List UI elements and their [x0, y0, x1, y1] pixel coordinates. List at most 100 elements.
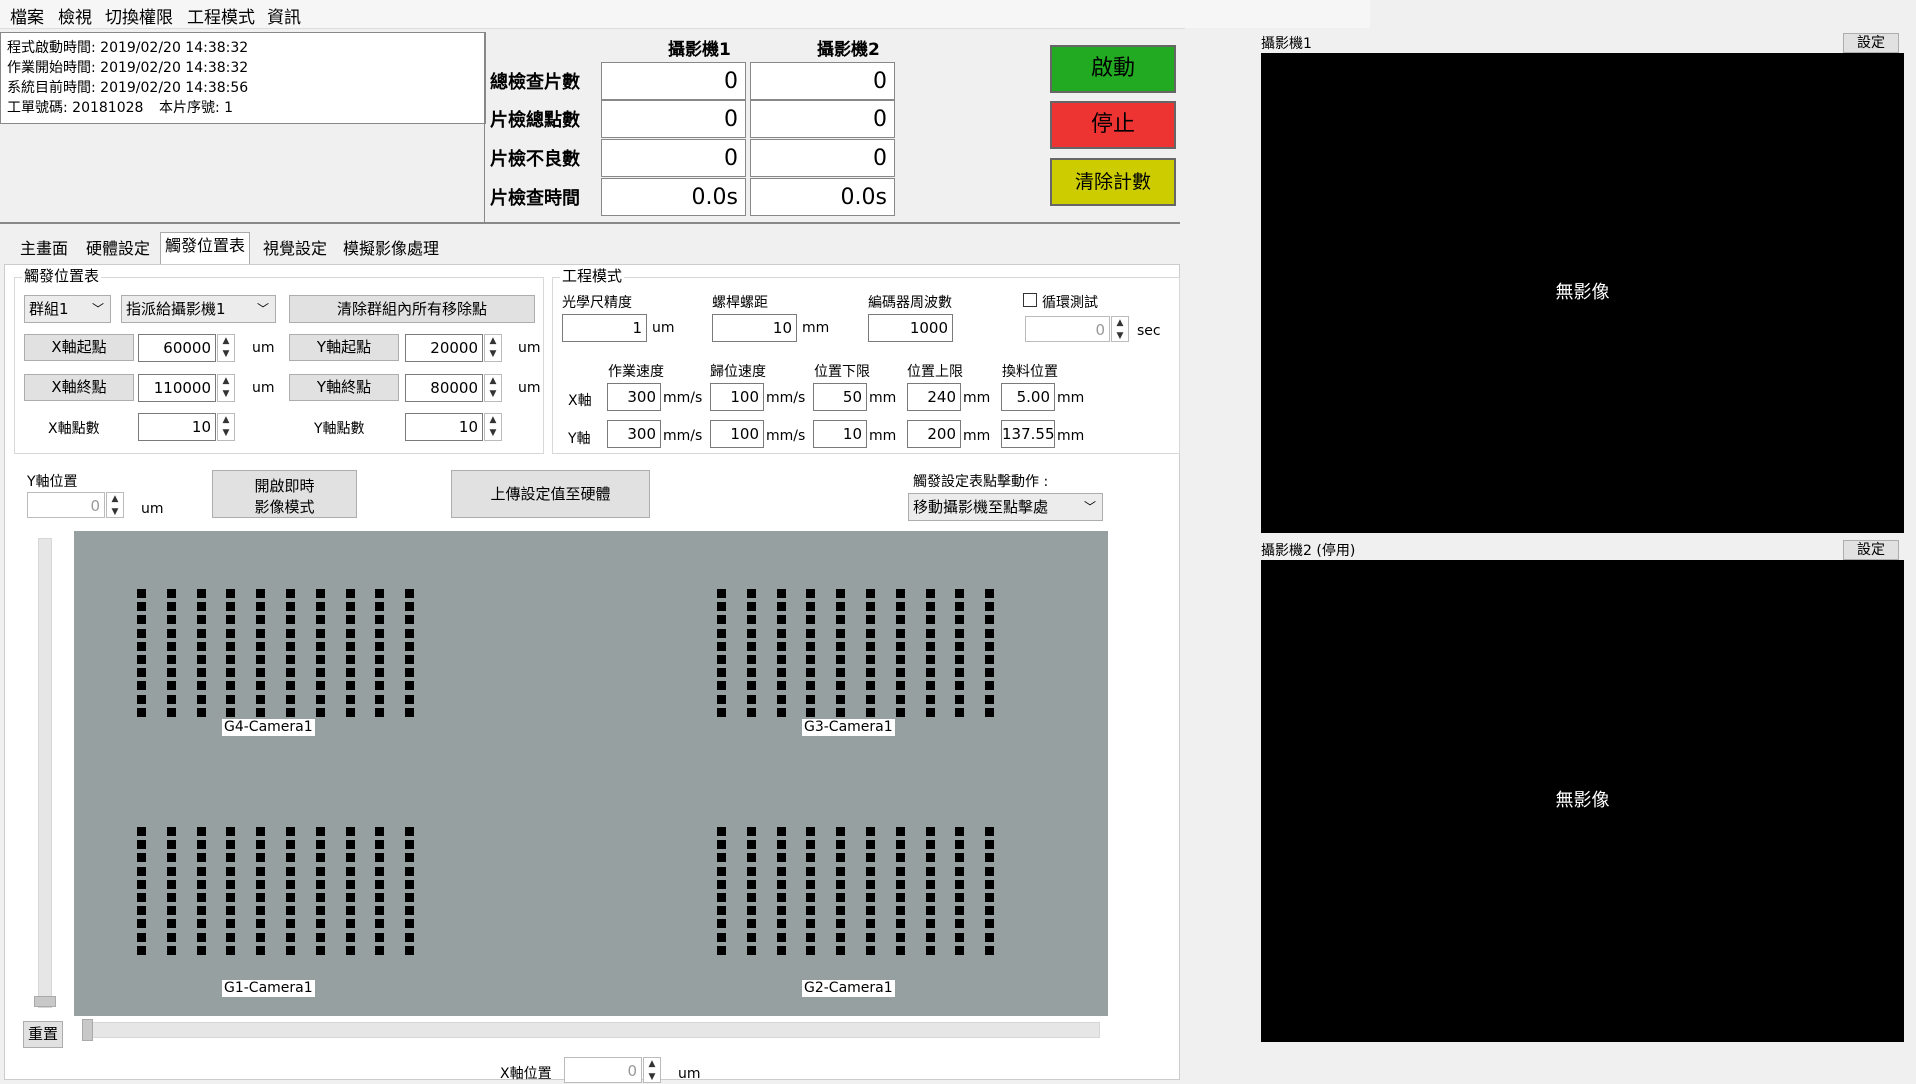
trigger-point-g4[interactable]	[166, 707, 176, 717]
trigger-point-g2[interactable]	[985, 932, 995, 942]
trigger-point-g4[interactable]	[345, 681, 355, 691]
trigger-point-g1[interactable]	[256, 919, 266, 929]
trigger-point-g1[interactable]	[405, 853, 415, 863]
trigger-point-g1[interactable]	[256, 840, 266, 850]
spin-down-icon[interactable]: ▼	[485, 388, 501, 401]
trigger-point-g3[interactable]	[806, 707, 816, 717]
menu-view[interactable]: 檢視	[58, 3, 92, 28]
trigger-point-g3[interactable]	[806, 681, 816, 691]
trigger-point-g4[interactable]	[345, 641, 355, 651]
trigger-point-g1[interactable]	[405, 893, 415, 902]
trigger-point-g4[interactable]	[226, 602, 236, 612]
trigger-point-g2[interactable]	[925, 827, 935, 836]
trigger-point-g1[interactable]	[375, 893, 385, 902]
trigger-point-g4[interactable]	[256, 641, 266, 651]
trigger-point-g2[interactable]	[955, 827, 965, 836]
click-action-select[interactable]: 移動攝影機至點擊處 ﹀	[908, 493, 1103, 521]
trigger-point-g3[interactable]	[955, 602, 965, 612]
trigger-point-g4[interactable]	[256, 602, 266, 612]
trigger-point-g4[interactable]	[405, 615, 415, 625]
trigger-point-g2[interactable]	[866, 879, 875, 889]
trigger-point-g1[interactable]	[166, 893, 176, 902]
trigger-point-g1[interactable]	[196, 827, 206, 836]
trigger-point-g3[interactable]	[746, 628, 756, 638]
trigger-point-g4[interactable]	[196, 602, 206, 612]
trigger-point-g2[interactable]	[717, 932, 726, 942]
trigger-point-g3[interactable]	[985, 628, 995, 638]
trigger-point-g1[interactable]	[256, 932, 266, 942]
trigger-point-g3[interactable]	[776, 707, 786, 717]
trigger-point-g1[interactable]	[286, 827, 295, 836]
trigger-point-g3[interactable]	[955, 668, 965, 678]
trigger-point-g3[interactable]	[866, 694, 875, 704]
trigger-point-g2[interactable]	[866, 945, 875, 955]
spin-down-icon[interactable]: ▼	[485, 427, 501, 440]
trigger-point-g4[interactable]	[286, 628, 295, 638]
trigger-point-g2[interactable]	[895, 945, 905, 955]
trigger-point-g4[interactable]	[196, 641, 206, 651]
trigger-point-g4[interactable]	[286, 668, 295, 678]
trigger-point-g2[interactable]	[866, 840, 875, 850]
trigger-point-g2[interactable]	[895, 853, 905, 863]
y-end-button[interactable]: Y軸終點	[289, 374, 399, 401]
trigger-point-g3[interactable]	[925, 628, 935, 638]
trigger-point-g1[interactable]	[315, 879, 325, 889]
trigger-point-g2[interactable]	[955, 879, 965, 889]
trigger-point-g2[interactable]	[806, 919, 816, 929]
trigger-point-g1[interactable]	[405, 919, 415, 929]
trigger-point-g1[interactable]	[137, 827, 146, 836]
trigger-point-g4[interactable]	[286, 707, 295, 717]
trigger-point-g4[interactable]	[286, 589, 295, 598]
loop-test-spinner[interactable]: ▲ ▼	[1111, 316, 1129, 342]
trigger-point-g4[interactable]	[405, 668, 415, 678]
trigger-point-g4[interactable]	[405, 641, 415, 651]
trigger-point-g1[interactable]	[345, 853, 355, 863]
trigger-point-g3[interactable]	[895, 615, 905, 625]
trigger-point-g2[interactable]	[955, 906, 965, 916]
trigger-point-g4[interactable]	[196, 589, 206, 598]
trigger-point-g1[interactable]	[166, 945, 176, 955]
trigger-point-g2[interactable]	[985, 827, 995, 836]
trigger-point-g3[interactable]	[776, 602, 786, 612]
tab-trigger-table[interactable]: 觸發位置表	[160, 232, 251, 265]
trigger-point-g2[interactable]	[746, 866, 756, 876]
trigger-point-g3[interactable]	[866, 615, 875, 625]
trigger-point-g4[interactable]	[256, 655, 266, 664]
trigger-point-g3[interactable]	[836, 602, 846, 612]
trigger-point-g3[interactable]	[836, 589, 846, 598]
trigger-point-g3[interactable]	[895, 681, 905, 691]
trigger-point-g2[interactable]	[866, 932, 875, 942]
trigger-point-g1[interactable]	[345, 945, 355, 955]
trigger-point-g2[interactable]	[836, 840, 846, 850]
trigger-point-g3[interactable]	[746, 694, 756, 704]
loop-test-checkbox[interactable]	[1023, 293, 1037, 307]
trigger-point-g2[interactable]	[776, 866, 786, 876]
trigger-point-g2[interactable]	[866, 853, 875, 863]
trigger-point-g2[interactable]	[955, 919, 965, 929]
trigger-point-g4[interactable]	[196, 655, 206, 664]
trigger-point-g3[interactable]	[717, 681, 726, 691]
trigger-point-g2[interactable]	[717, 906, 726, 916]
trigger-point-g4[interactable]	[137, 615, 146, 625]
trigger-point-g3[interactable]	[717, 707, 726, 717]
trigger-point-g4[interactable]	[345, 602, 355, 612]
trigger-point-g3[interactable]	[925, 668, 935, 678]
trigger-point-g3[interactable]	[985, 615, 995, 625]
trigger-point-g3[interactable]	[806, 589, 816, 598]
x-start-input[interactable]: 60000	[138, 334, 216, 362]
trigger-point-g3[interactable]	[836, 707, 846, 717]
camera1-settings-button[interactable]: 設定	[1843, 33, 1899, 53]
trigger-point-g3[interactable]	[955, 694, 965, 704]
trigger-point-g4[interactable]	[315, 615, 325, 625]
trigger-point-g1[interactable]	[166, 919, 176, 929]
trigger-point-g2[interactable]	[746, 827, 756, 836]
trigger-point-g1[interactable]	[286, 879, 295, 889]
trigger-point-g4[interactable]	[226, 655, 236, 664]
trigger-point-g2[interactable]	[746, 906, 756, 916]
trigger-point-g3[interactable]	[717, 655, 726, 664]
trigger-point-g2[interactable]	[836, 932, 846, 942]
trigger-point-g2[interactable]	[717, 827, 726, 836]
trigger-point-g2[interactable]	[776, 932, 786, 942]
trigger-point-g4[interactable]	[166, 641, 176, 651]
trigger-point-g4[interactable]	[375, 707, 385, 717]
